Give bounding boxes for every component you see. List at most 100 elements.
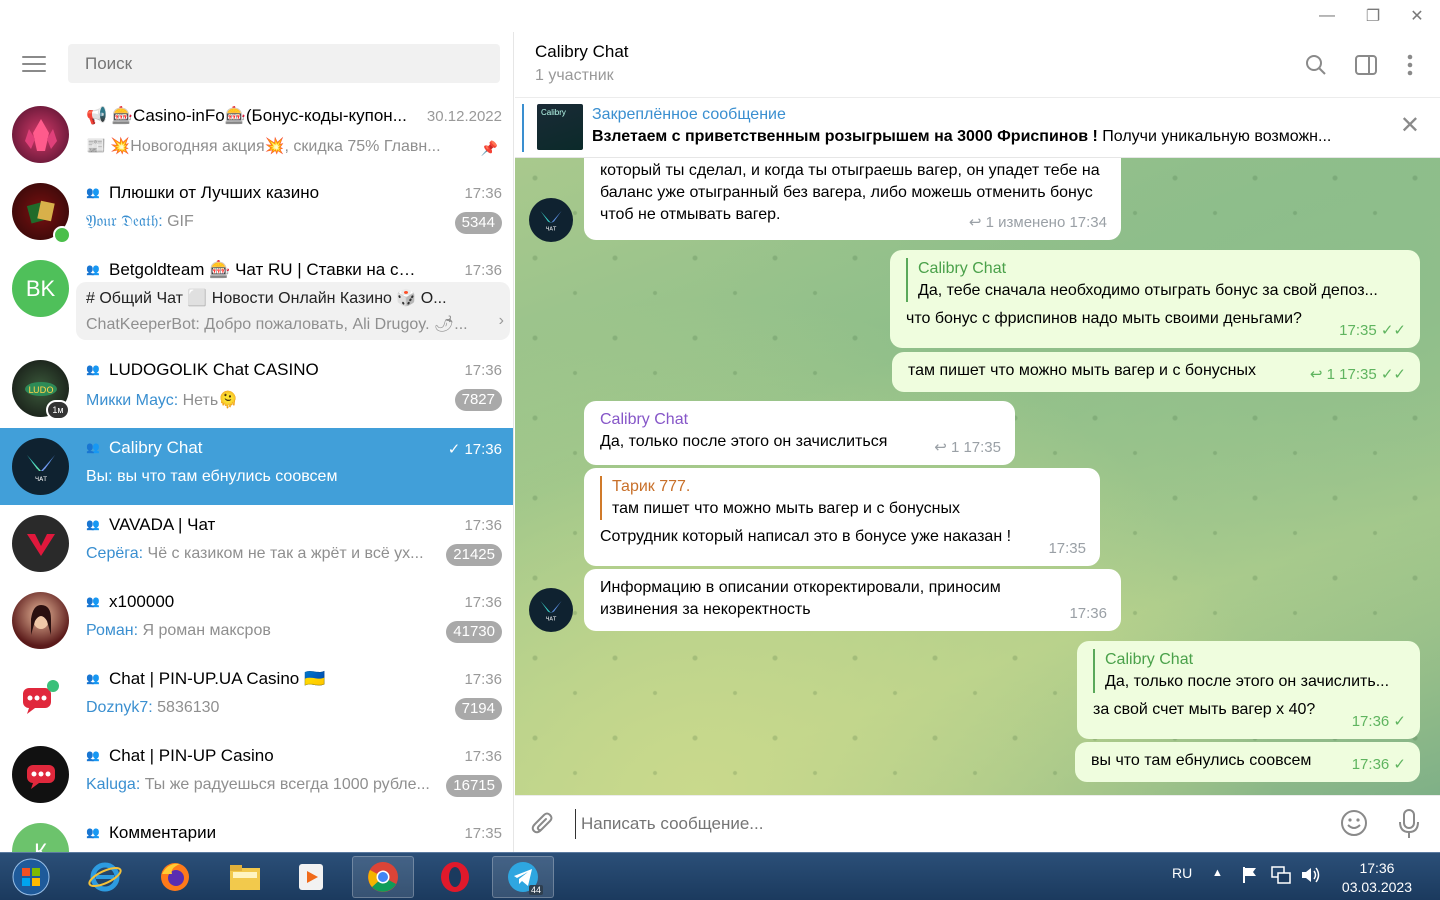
member-count-badge: 1м — [46, 400, 70, 420]
sender-avatar[interactable]: ЧАТ — [529, 588, 573, 632]
chat-header-title[interactable]: Calibry Chat — [535, 42, 629, 62]
unread-badge: 41730 — [446, 621, 502, 643]
message-bubble[interactable]: Да, тебе сначала необходимо отыграть бон… — [584, 158, 1121, 240]
chat-item-plushki[interactable]: 👥 Плюшки от Лучших казино 17:36 𝔜𝔬𝔲𝔯 𝔇𝔢𝔞𝔱… — [0, 173, 513, 250]
message-sender[interactable]: Calibry Chat — [600, 409, 999, 431]
internet-explorer-icon[interactable] — [74, 856, 136, 898]
group-icon: 👥 — [86, 673, 100, 685]
pin-icon: 📌 — [480, 140, 498, 156]
chat-time: 30.12.2022 — [426, 108, 502, 125]
chat-item-ludogolik[interactable]: LUDO 1м 👥 LUDOGOLIK Chat CASINO 17:36 Мик… — [0, 350, 513, 427]
avatar — [12, 106, 69, 163]
opera-icon[interactable] — [424, 856, 486, 898]
group-icon: 👥 — [86, 187, 100, 199]
avatar — [12, 515, 69, 572]
chevron-right-icon[interactable]: › — [499, 312, 504, 330]
more-menu-icon[interactable] — [1395, 50, 1425, 80]
group-icon: 👥 — [86, 596, 100, 608]
group-icon: 👥 — [86, 519, 100, 531]
chat-item-pinup-ua[interactable]: 👥 Chat | PIN-UP.UA Casino 🇺🇦 17:36 Doznyk… — [0, 659, 513, 736]
attach-icon[interactable] — [529, 810, 557, 843]
svg-text:ЧАТ: ЧАТ — [546, 227, 557, 233]
show-hidden-icons-icon[interactable]: ▲ — [1212, 867, 1223, 879]
clock-time: 17:36 — [1359, 860, 1395, 876]
reply-quote[interactable]: Calibry Chat Да, тебе сначала необходимо… — [906, 258, 1404, 302]
svg-text:ЧАТ: ЧАТ — [35, 476, 47, 483]
firefox-icon[interactable] — [144, 856, 206, 898]
action-center-flag-icon[interactable] — [1240, 865, 1260, 888]
chat-title: 👥 Chat | PIN-UP.UA Casino 🇺🇦 — [86, 669, 326, 688]
chat-time: 17:36 — [464, 594, 502, 611]
emoji-icon[interactable] — [1339, 808, 1369, 843]
topic-preview: ChatKeeperBot: Добро пожаловать, Ali Dru… — [86, 316, 468, 333]
avatar: ЧАТ — [12, 438, 69, 495]
forum-topics: # Общий Чат ⬜ Новости Онлайн Казино 🎲 О.… — [76, 282, 510, 340]
svg-text:ЧАТ: ЧАТ — [546, 617, 557, 623]
reply-name: Calibry Chat — [1105, 651, 1194, 668]
unread-badge: 7194 — [454, 698, 502, 720]
chat-time: 17:36 — [464, 262, 502, 279]
message-meta: ↩ 1 изменено 17:34 — [968, 214, 1107, 231]
start-button[interactable] — [4, 855, 58, 899]
message-bubble-out[interactable]: вы что там ебнулись соовсем 17:36 ✓ — [1075, 742, 1420, 782]
message-meta: 17:36 — [1069, 605, 1107, 622]
hamburger-menu-icon[interactable] — [14, 46, 54, 82]
chrome-icon[interactable] — [352, 856, 414, 898]
message-meta: 17:35 ✓✓ — [1339, 322, 1406, 339]
message-text: что бонус с фриспинов надо мыть своими д… — [906, 310, 1302, 327]
clock-date: 03.03.2023 — [1341, 879, 1412, 895]
network-icon[interactable] — [1270, 865, 1292, 888]
message-meta: 17:36 ✓ — [1351, 756, 1406, 773]
topic-tabs[interactable]: # Общий Чат ⬜ Новости Онлайн Казино 🎲 О.… — [86, 288, 500, 308]
close-icon[interactable]: ✕ — [1400, 114, 1420, 138]
chat-item-betgoldteam[interactable]: BK 👥 Betgoldteam 🎰 Чат RU | Ставки на спо… — [0, 250, 513, 350]
message-bubble[interactable]: Тарик 777. там пишет что можно мыть ваге… — [584, 468, 1100, 566]
reply-name: Calibry Chat — [918, 260, 1007, 277]
chat-preview: Вы: вы что там ебнулись соовсем — [86, 468, 338, 485]
group-icon: 👥 — [86, 750, 100, 762]
message-bubble-out[interactable]: Calibry Chat Да, только после этого он з… — [1077, 641, 1420, 739]
chat-title: 👥 x100000 — [86, 592, 175, 611]
messages-area[interactable]: ЧАТ Да, тебе сначала необходимо отыграть… — [515, 158, 1440, 795]
pinned-message-bar[interactable]: Calibry Закреплённое сообщение Взлетаем … — [515, 98, 1440, 158]
reply-quote[interactable]: Calibry Chat Да, только после этого он з… — [1093, 649, 1404, 693]
restore-button[interactable]: ❐ — [1350, 0, 1396, 32]
minimize-button[interactable]: — — [1304, 0, 1350, 32]
group-icon: 👥 — [86, 442, 100, 454]
message-text: Сотрудник который написал это в бонусе у… — [600, 528, 1012, 545]
reply-name: Тарик 777. — [612, 478, 691, 495]
chat-title: 👥 Betgoldteam 🎰 Чат RU | Ставки на спор..… — [86, 260, 416, 279]
chat-item-pinup[interactable]: 👥 Chat | PIN-UP Casino 17:36 Kaluga: Ты ж… — [0, 736, 513, 813]
chat-time: 17:36 — [464, 362, 502, 379]
search-input[interactable] — [68, 44, 500, 83]
message-bubble-out[interactable]: там пишет что можно мыть вагер и с бонус… — [892, 352, 1420, 392]
sidebar-toggle-icon[interactable] — [1351, 50, 1381, 80]
language-indicator[interactable]: RU — [1172, 865, 1192, 881]
telegram-unread-count: 44 — [528, 885, 543, 895]
group-icon: 👥 — [86, 364, 100, 376]
message-bubble[interactable]: Информацию в описании откоректировали, п… — [584, 569, 1121, 631]
message-bubble-out[interactable]: Calibry Chat Да, тебе сначала необходимо… — [890, 250, 1420, 348]
chat-item-vavada[interactable]: 👥 VAVADA | Чат 17:36 Серёга: Чё с казиком… — [0, 505, 513, 582]
telegram-icon[interactable]: 44 — [492, 856, 554, 898]
online-status-icon — [53, 226, 71, 244]
chat-item-x100000[interactable]: 👥 x100000 17:36 Роман: Я роман максров 41… — [0, 582, 513, 659]
file-explorer-icon[interactable] — [214, 856, 276, 898]
system-clock[interactable]: 17:36 03.03.2023 — [1342, 859, 1412, 897]
chat-preview: 📰 💥Новогодняя акция💥, скидка 75% Главн..… — [86, 138, 441, 155]
sender-avatar[interactable]: ЧАТ — [529, 198, 573, 242]
chat-item-comments[interactable]: К 👥 Комментарии 17:35 — [0, 813, 513, 852]
pinned-text: Взлетаем с приветственным розыгрышем на … — [592, 128, 1332, 145]
close-window-button[interactable]: ✕ — [1394, 0, 1440, 32]
message-input[interactable] — [575, 809, 1315, 839]
volume-icon[interactable] — [1300, 865, 1322, 888]
search-icon[interactable] — [1301, 50, 1331, 80]
message-bubble[interactable]: Calibry Chat Да, только после этого он з… — [584, 401, 1015, 465]
media-player-icon[interactable] — [280, 856, 342, 898]
message-meta: ↩ 1 17:35 ✓✓ — [1309, 366, 1406, 383]
reply-quote[interactable]: Тарик 777. там пишет что можно мыть ваге… — [600, 476, 1084, 520]
chat-item-casino-info[interactable]: 📢 🎰Casino-inFo🎰(Бонус-коды-купон... 30.1… — [0, 96, 513, 173]
chat-item-calibry[interactable]: ЧАТ 👥 Calibry Chat ✓ 17:36 Вы: вы что там… — [0, 428, 513, 505]
chat-preview: 𝔜𝔬𝔲𝔯 𝔇𝔢𝔞𝔱𝔥: GIF — [86, 213, 194, 230]
microphone-icon[interactable] — [1396, 808, 1422, 845]
